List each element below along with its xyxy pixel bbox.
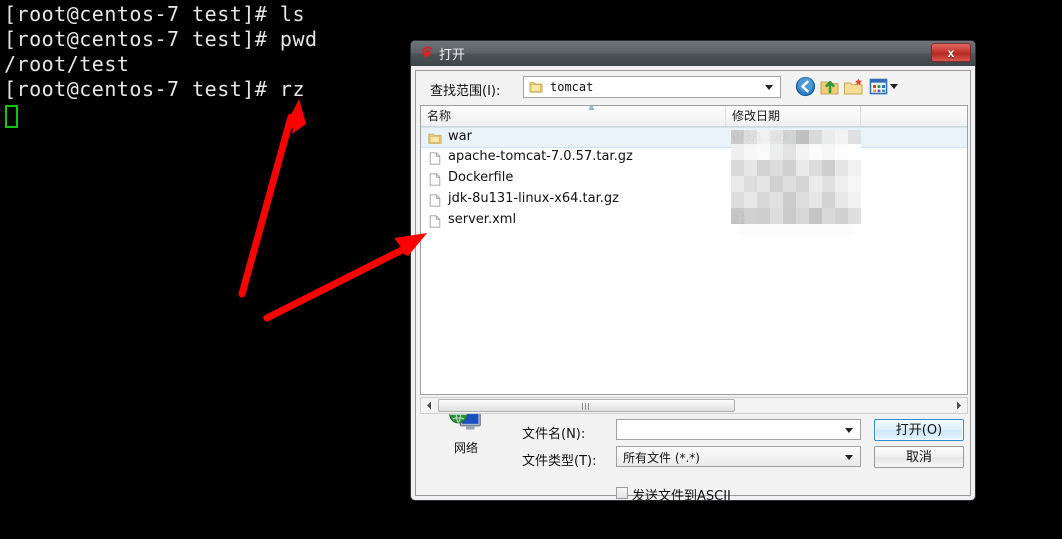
chevron-down-icon[interactable] (765, 85, 773, 90)
ascii-checkbox-label: 发送文件到ASCII (632, 489, 731, 504)
file-date: 0/3/1 :00 (732, 130, 787, 144)
lookin-row: 查找范围(I): tomcat (416, 71, 970, 105)
checkbox-box[interactable] (616, 487, 628, 499)
scrollbar-grip-icon (581, 403, 592, 410)
table-row[interactable]: server.xml 22 (421, 211, 967, 232)
file-name: Dockerfile (448, 170, 514, 185)
place-label: 网络 (453, 441, 478, 455)
filetype-select[interactable]: 所有文件 (*.*) (616, 446, 861, 467)
chevron-down-icon[interactable] (845, 428, 853, 433)
file-name: apache-tomcat-7.0.57.tar.gz (448, 149, 633, 164)
chevron-down-icon[interactable] (845, 455, 853, 460)
folder-icon (428, 133, 442, 144)
file-name: war (448, 129, 472, 144)
back-arrow-icon[interactable] (795, 76, 816, 97)
terminal-line: [root@centos-7 test]# ls (4, 2, 305, 26)
terminal-line: [root@centos-7 test]# rz (4, 77, 305, 101)
lookin-combobox[interactable]: tomcat (523, 76, 781, 98)
new-folder-icon[interactable] (843, 76, 864, 97)
cancel-button[interactable]: 取消 (874, 446, 964, 468)
dialog-title: 打开 (439, 48, 466, 63)
file-icon (429, 194, 441, 207)
column-header-name[interactable]: 名称 (421, 106, 726, 126)
scroll-left-icon[interactable] (421, 398, 437, 413)
spiral-icon (422, 46, 433, 57)
lookin-value: tomcat (550, 80, 594, 94)
column-header-size[interactable] (861, 106, 967, 126)
views-chevron-down-icon[interactable] (890, 84, 898, 89)
file-icon (429, 152, 441, 165)
file-list-header: 名称 修改日期 ▲ (421, 106, 967, 127)
views-grid-icon[interactable] (868, 76, 889, 97)
table-row[interactable]: apache-tomcat-7.0.57.tar.gz (421, 148, 967, 169)
file-icon (429, 173, 441, 186)
filetype-value: 所有文件 (*.*) (623, 451, 700, 465)
filename-label: 文件名(N): (522, 427, 586, 442)
scroll-right-icon[interactable] (951, 398, 967, 413)
dialog-body: 查找范围(I): tomcat 网络 名称 修改日期 ▲ war 0/3/1:… (415, 70, 971, 504)
filename-input[interactable] (616, 419, 861, 440)
open-button[interactable]: 打开(O) (874, 419, 964, 441)
file-name: jdk-8u131-linux-x64.tar.gz (448, 191, 619, 206)
open-file-dialog: 打开 x 查找范围(I): tomcat 网络 名称 修改日期 ▲ war 0/… (410, 40, 976, 504)
table-row[interactable]: Dockerfile (421, 169, 967, 190)
block-cursor (5, 105, 18, 128)
screen: [root@centos-7 test]# ls [root@centos-7 … (0, 0, 1062, 539)
folder-icon (529, 82, 543, 93)
sort-indicator-icon: ▲ (586, 105, 597, 113)
lookin-label: 查找范围(I): (430, 84, 501, 99)
terminal-line: /root/test (4, 52, 130, 76)
file-icon (429, 215, 441, 228)
scrollbar-thumb[interactable] (438, 399, 735, 412)
close-icon[interactable]: x (931, 43, 971, 62)
file-list[interactable]: 名称 修改日期 ▲ war 0/3/1 :00 apache-tomcat-7.… (420, 105, 968, 395)
column-header-date[interactable]: 修改日期 (726, 106, 861, 126)
filetype-label: 文件类型(T): (522, 454, 597, 469)
horizontal-scrollbar[interactable] (420, 397, 968, 414)
file-date: 22 (732, 213, 748, 227)
table-row[interactable]: jdk-8u131-linux-x64.tar.gz (421, 190, 967, 211)
file-name: server.xml (448, 212, 517, 227)
table-row[interactable]: war 0/3/1 :00 (421, 127, 967, 148)
dialog-title-bar[interactable]: 打开 x (411, 41, 975, 66)
up-folder-icon[interactable] (819, 76, 840, 97)
terminal-line: [root@centos-7 test]# pwd (4, 27, 318, 51)
